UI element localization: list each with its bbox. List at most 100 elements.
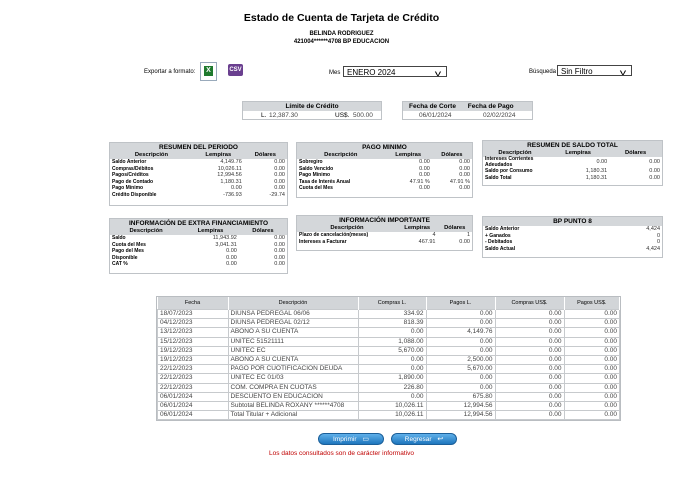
table-row: Crédito Disponible -736.93 -29.74: [110, 192, 287, 199]
row-value: 467.91: [418, 238, 436, 245]
bp-punto-title: BP PUNTO 8: [483, 217, 662, 226]
row-value: 0.00: [459, 185, 470, 191]
chevron-down-icon: v: [434, 69, 442, 78]
cell-compras-usd: 0.00: [494, 327, 565, 338]
row-value: -29.74: [269, 191, 285, 198]
row-label: Intereses Corrientes Adeudados: [485, 156, 534, 168]
row-value: 0.00: [596, 159, 608, 166]
cell-compras-usd: 0.00: [494, 345, 565, 357]
fechas-header: Fecha de Corte Fecha de Pago: [403, 102, 532, 111]
table-row: Intereses a Facturar 467.91 0.00: [297, 239, 472, 246]
cell-compras-usd: 0.00: [494, 318, 565, 329]
table-row: 19/12/2023 ABONO A SU CUENTA 0.00 2,500.00 0…: [157, 355, 620, 366]
cell-compras-l: 1,890.00: [357, 373, 427, 384]
cell-pagos-l: 4,149.76: [425, 327, 496, 338]
imprimir-button[interactable]: Imprimir ▭: [318, 433, 384, 445]
limite-l-label: L.: [261, 112, 267, 119]
fecha-pago-label: Fecha de Pago: [467, 103, 514, 110]
cell-descripcion: UNITEC EC 01/03: [227, 373, 359, 384]
cell-pagos-usd: 0.00: [563, 327, 620, 338]
info-importante-box: INFORMACIÓN IMPORTANTE Descripción Lempi…: [296, 215, 473, 251]
table-row: 22/12/2023 PAGO POR CUOTIFICACION DEUDA 0.…: [157, 364, 620, 375]
table-row: CAT % 0.00 0.00: [110, 261, 287, 268]
cell-fecha: 15/12/2023: [157, 336, 229, 347]
cell-descripcion: DIUNSA PEDREGAL 02/12: [227, 318, 359, 329]
cell-fecha: 18/07/2023: [157, 308, 229, 320]
cell-descripcion: DESCUENTO EN EDUCACION: [227, 391, 359, 403]
cell-fecha: 04/12/2023: [157, 318, 229, 329]
cell-compras-l: 334.92: [357, 308, 427, 320]
busqueda-select[interactable]: Sin Filtro v: [557, 65, 632, 77]
table-row: 18/07/2023 DIUNSA PEDREGAL 06/06 334.92 0.0…: [157, 308, 620, 320]
column-header: Compras L.: [358, 297, 427, 310]
cell-compras-l: 1,088.00: [357, 336, 427, 347]
mes-select-value: ENERO 2024: [347, 68, 396, 77]
cell-descripcion: COM. COMPRA EN CUOTAS: [227, 382, 359, 393]
cell-descripcion: ABONO A SU CUENTA: [227, 355, 359, 366]
table-row: 19/12/2023 UNITEC EC 5,670.00 0.00 0.00 0.00: [157, 345, 620, 357]
row-value: 4,424: [646, 245, 660, 252]
cell-compras-l: 10,026.11: [357, 401, 427, 412]
cell-compras-l: 0.00: [357, 364, 427, 375]
column-header: Lempiras: [384, 152, 432, 159]
cell-compras-l: 226.80: [357, 382, 427, 393]
printer-icon: ▭: [362, 436, 369, 443]
resumen-periodo-box: RESUMEN DEL PERIODO Descripción Lempiras…: [109, 142, 288, 206]
cell-descripcion: Subtotal BELINDA ROXANY ******4708: [227, 401, 359, 412]
limite-credito-title: Límite de Crédito: [243, 102, 381, 111]
cell-descripcion: PAGO POR CUOTIFICACION DEUDA: [227, 364, 359, 375]
cell-pagos-l: 12,994.56: [425, 401, 496, 412]
fechas-box: Fecha de Corte Fecha de Pago 06/01/2024 …: [402, 101, 533, 120]
row-label: CAT %: [112, 261, 128, 267]
excel-export-icon[interactable]: X: [200, 62, 217, 81]
column-header: Compras US$.: [495, 297, 565, 310]
row-label: Crédito Disponible: [112, 191, 157, 198]
cell-pagos-l: 0.00: [425, 345, 496, 357]
transactions-table: Fecha Descripción Compras L. Pagos L. Co…: [156, 296, 621, 422]
extra-financiamiento-box: INFORMACIÓN DE EXTRA FINANCIAMIENTO Desc…: [109, 218, 288, 274]
pago-minimo-title: PAGO MINIMO: [297, 143, 472, 152]
account-line: 421004******4708 BP EDUCACION: [293, 39, 390, 45]
row-label: Cuota del Mes: [299, 185, 333, 191]
cell-compras-usd: 0.00: [494, 401, 565, 412]
column-header: Dólares: [431, 152, 472, 159]
cell-compras-usd: 0.00: [494, 355, 565, 366]
row-value: 0.00: [419, 185, 430, 191]
excel-icon-glyph: X: [204, 66, 213, 76]
limite-l-value: 12,387.30: [269, 112, 298, 119]
regresar-button[interactable]: Regresar ↩: [391, 433, 457, 445]
saldo-total-table: Descripción Lempiras Dólares Intereses C…: [483, 150, 662, 181]
column-header: Dólares: [238, 228, 287, 235]
cell-pagos-usd: 0.00: [563, 355, 620, 366]
table-row: Cuota del Mes 0.00 0.00: [297, 185, 472, 192]
cell-fecha: 06/01/2024: [157, 401, 229, 412]
row-value: 1,180.31: [585, 174, 608, 181]
cell-pagos-usd: 0.00: [563, 364, 620, 375]
table-row: Saldo Actual 4,424: [483, 246, 662, 253]
row-value: 0.00: [649, 159, 660, 166]
cell-descripcion: UNITEC EC: [227, 345, 359, 357]
cell-compras-l: 0.00: [357, 391, 427, 403]
cell-compras-usd: 0.00: [494, 382, 565, 393]
mes-select[interactable]: ENERO 2024 v: [343, 66, 447, 78]
cell-compras-usd: 0.00: [494, 308, 565, 320]
cell-pagos-usd: 0.00: [563, 382, 620, 393]
table-row: 15/12/2023 UNITEC 51521111 1,088.00 0.00 0.0…: [157, 336, 620, 347]
csv-export-icon[interactable]: CSV: [227, 62, 244, 79]
cell-compras-usd: 0.00: [494, 336, 565, 347]
cell-fecha: 06/01/2024: [157, 391, 229, 403]
limite-usd-label: US$.: [335, 112, 350, 119]
cell-fecha: 22/12/2023: [157, 373, 229, 384]
cell-compras-l: 0.00: [357, 355, 427, 366]
cell-pagos-l: 0.00: [425, 336, 496, 347]
chevron-down-icon: v: [619, 68, 627, 77]
bp-punto-table: Saldo Anterior 4,424 + Ganados 0 - Debitad…: [483, 226, 662, 252]
column-header: Dólares: [243, 152, 287, 159]
limite-usd-value: 500.00: [353, 112, 373, 119]
busqueda-label: Búsqueda: [529, 69, 557, 75]
cell-fecha: 13/12/2023: [157, 327, 229, 338]
resumen-periodo-table: Descripción Lempiras Dólares Saldo Anter…: [110, 152, 287, 198]
cell-pagos-l: 675.80: [425, 391, 496, 403]
fecha-pago-value: 02/02/2024: [483, 112, 516, 119]
info-importante-table: Descripción Lempiras Dólares Plazo de ca…: [297, 225, 472, 245]
